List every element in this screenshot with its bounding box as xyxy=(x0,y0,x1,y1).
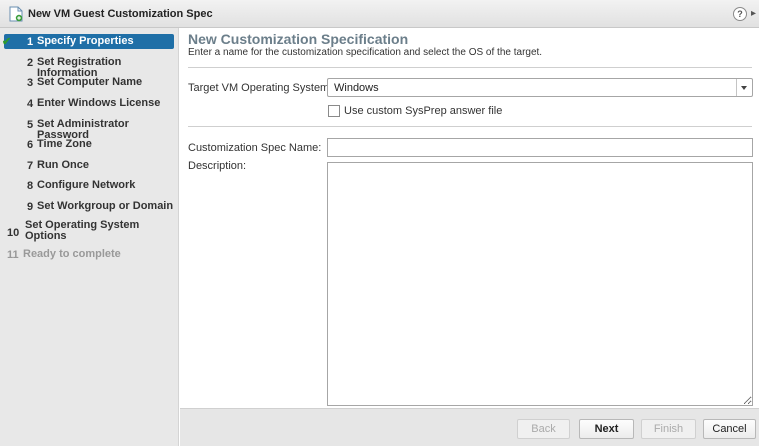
step-set-operating-system-options[interactable]: 10 Set Operating System Options xyxy=(4,219,174,243)
chevron-down-icon xyxy=(741,86,747,90)
step-label: Set Workgroup or Domain xyxy=(37,200,174,212)
os-select-value: Windows xyxy=(334,82,379,94)
step-label: Time Zone xyxy=(37,138,92,150)
step-configure-network[interactable]: 8 Configure Network xyxy=(4,178,174,193)
step-number: 2 xyxy=(27,57,34,69)
step-enter-windows-license[interactable]: 4 Enter Windows License xyxy=(4,96,174,111)
dropdown-button[interactable] xyxy=(736,79,752,96)
step-time-zone[interactable]: 6 Time Zone xyxy=(4,137,174,152)
description-textarea[interactable] xyxy=(327,162,753,406)
step-number: 5 xyxy=(27,119,34,131)
step-label-line2: Options xyxy=(25,230,67,242)
step-label: Run Once xyxy=(37,159,89,171)
step-number: 1 xyxy=(27,36,34,48)
step-number: 11 xyxy=(7,249,19,261)
divider xyxy=(188,67,752,68)
step-number: 9 xyxy=(27,201,34,213)
description-label: Description: xyxy=(188,160,247,172)
expand-icon[interactable]: ▸ xyxy=(751,8,756,20)
step-label: Ready to complete xyxy=(23,248,121,260)
help-icon[interactable]: ? xyxy=(733,7,747,21)
spec-name-input[interactable] xyxy=(327,138,753,157)
next-button[interactable]: Next xyxy=(579,419,634,439)
step-set-administrator-password[interactable]: 5 Set Administrator Password xyxy=(4,117,174,141)
step-number: 10 xyxy=(7,227,20,239)
wizard-steps-sidebar: ✔ 1 Specify Properties 2 Set Registratio… xyxy=(0,28,179,446)
spec-name-label: Customization Spec Name: xyxy=(188,142,322,154)
back-button[interactable]: Back xyxy=(517,419,570,439)
cancel-button[interactable]: Cancel xyxy=(703,419,756,439)
dialog-title: New VM Guest Customization Spec xyxy=(28,8,213,20)
sysprep-checkbox[interactable] xyxy=(328,105,340,117)
step-specify-properties[interactable]: ✔ 1 Specify Properties xyxy=(2,34,174,49)
os-label: Target VM Operating System: xyxy=(188,82,333,94)
step-ready-to-complete: 11 Ready to complete xyxy=(4,247,174,262)
step-run-once[interactable]: 7 Run Once xyxy=(4,158,174,173)
step-set-registration-information[interactable]: 2 Set Registration Information xyxy=(4,55,174,79)
page-subtitle: Enter a name for the customization speci… xyxy=(188,47,543,58)
new-spec-icon xyxy=(9,6,23,22)
wizard-footer: Back Next Finish Cancel xyxy=(180,408,759,446)
step-set-workgroup-or-domain[interactable]: 9 Set Workgroup or Domain xyxy=(4,199,174,214)
os-select[interactable]: Windows xyxy=(327,78,753,97)
step-label: Configure Network xyxy=(37,179,136,191)
check-icon: ✔ xyxy=(2,36,12,48)
divider xyxy=(188,126,752,127)
sysprep-checkbox-label[interactable]: Use custom SysPrep answer file xyxy=(344,105,502,117)
step-set-computer-name[interactable]: 3 Set Computer Name xyxy=(4,75,174,90)
step-number: 7 xyxy=(27,160,34,172)
page-title: New Customization Specification xyxy=(188,31,409,47)
step-number: 4 xyxy=(27,98,34,110)
step-label: Enter Windows License xyxy=(37,97,161,109)
wizard-content: New Customization Specification Enter a … xyxy=(180,28,759,408)
step-label: Set Computer Name xyxy=(37,76,143,88)
step-label: Specify Properties xyxy=(37,35,134,47)
finish-button[interactable]: Finish xyxy=(641,419,696,439)
step-number: 8 xyxy=(27,180,34,192)
step-number: 3 xyxy=(27,77,34,89)
step-number: 6 xyxy=(27,139,34,151)
dialog-titlebar: New VM Guest Customization Spec ? ▸ xyxy=(0,0,759,28)
